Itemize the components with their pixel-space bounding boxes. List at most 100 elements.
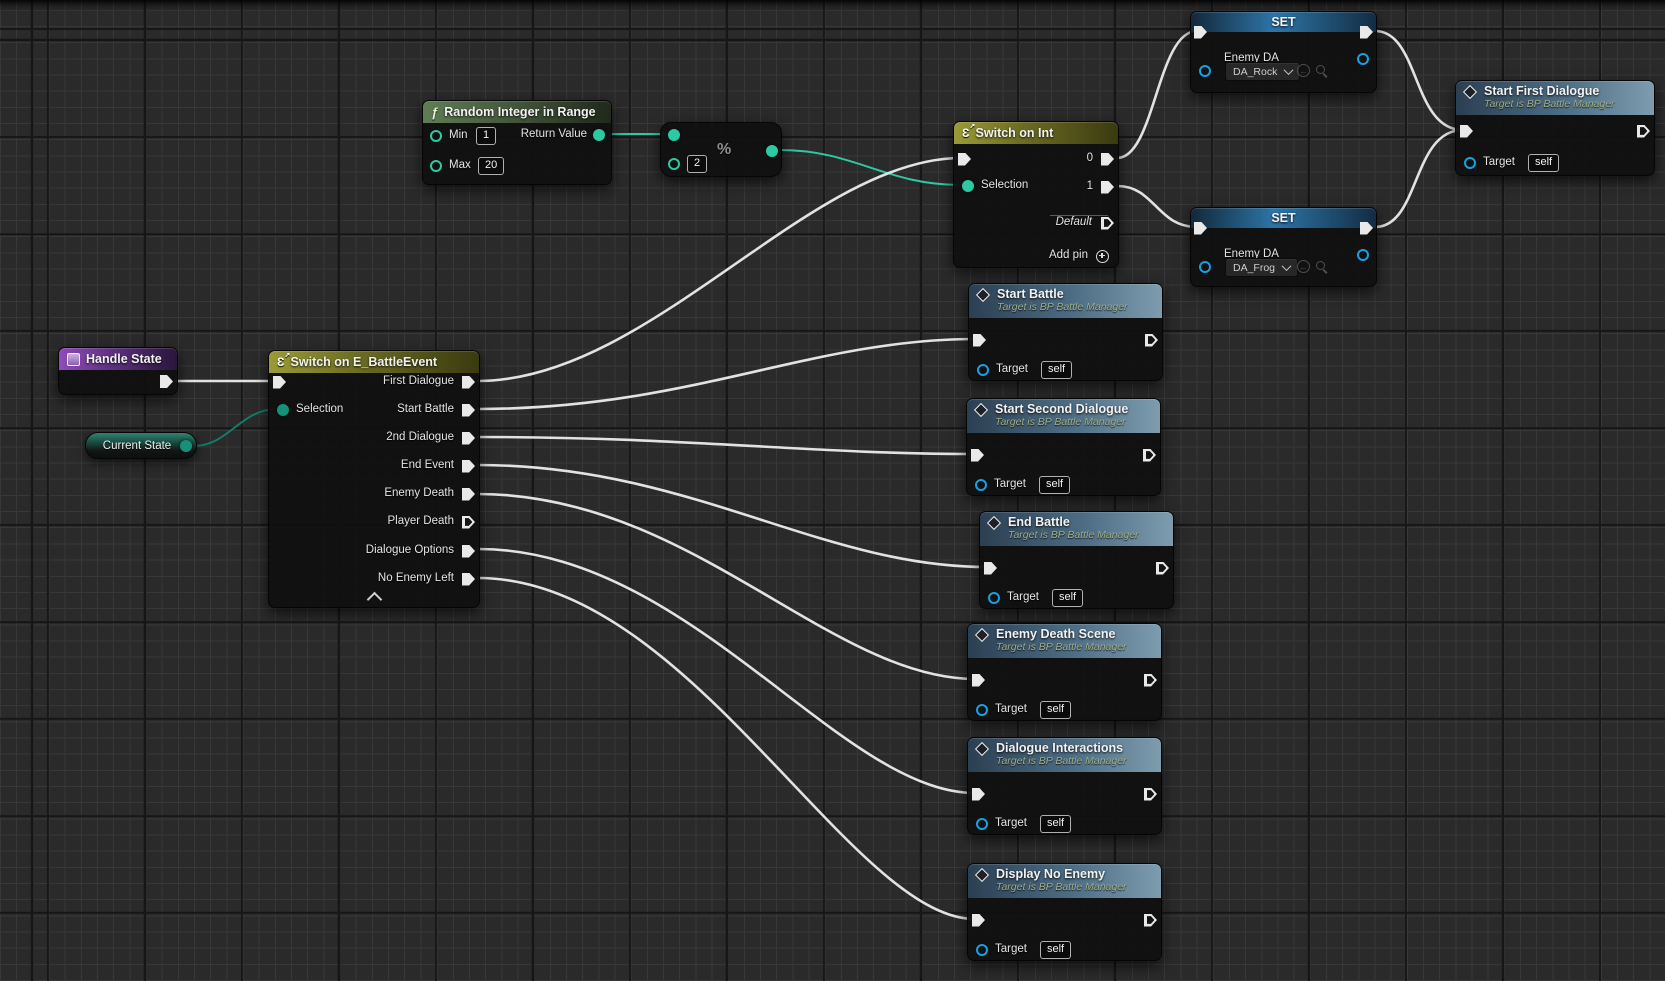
exec-in-pin[interactable]: [972, 914, 985, 927]
asset-dropdown[interactable]: DA_Frog: [1225, 258, 1298, 277]
target-value-box[interactable]: self: [1528, 154, 1559, 172]
exec-in-pin[interactable]: [971, 449, 984, 462]
exec-out-pin-enemy-death[interactable]: [462, 488, 475, 501]
function-call-icon: [975, 628, 989, 642]
browse-icon[interactable]: [1315, 260, 1329, 274]
target-pin[interactable]: [988, 592, 1000, 604]
target-value-box[interactable]: self: [1040, 941, 1071, 959]
node-enemy-death-scene[interactable]: Enemy Death Scene Target is BP Battle Ma…: [967, 623, 1162, 721]
exec-out-pin-0[interactable]: [1101, 153, 1114, 166]
exec-out-pin[interactable]: [1360, 222, 1373, 235]
exec-out-pin[interactable]: [1156, 562, 1169, 575]
exec-in-pin[interactable]: [1460, 125, 1473, 138]
value-in-pin[interactable]: [1199, 261, 1211, 273]
exec-out-pin-first-dialogue[interactable]: [462, 376, 475, 389]
node-dialogue-interactions[interactable]: Dialogue Interactions Target is BP Battl…: [967, 737, 1162, 835]
exec-out-pin-end-event[interactable]: [462, 460, 475, 473]
target-pin[interactable]: [1464, 157, 1476, 169]
target-pin[interactable]: [976, 818, 988, 830]
exec-out-pin-player-death[interactable]: [462, 516, 475, 529]
wire-switchint0-to-set-rock[interactable]: [1117, 31, 1197, 158]
return-value-pin[interactable]: [593, 129, 605, 141]
node-switch-battle-event[interactable]: Ɛ Switch on E_BattleEvent Selection Firs…: [268, 350, 480, 608]
variable-out-pin[interactable]: [180, 440, 192, 452]
node-start-battle[interactable]: Start Battle Target is BP Battle Manager…: [968, 283, 1163, 381]
target-value-box[interactable]: self: [1040, 701, 1071, 719]
collapse-chevron-icon[interactable]: [367, 592, 383, 608]
target-pin[interactable]: [975, 479, 987, 491]
node-switch-on-int[interactable]: Ɛ Switch on Int Selection 0 1 Default Ad…: [953, 121, 1119, 268]
exec-in-pin[interactable]: [1194, 26, 1207, 39]
wire-noenemyleft-case[interactable]: [478, 578, 975, 919]
add-pin-icon[interactable]: [1096, 250, 1109, 263]
selection-pin[interactable]: [962, 180, 974, 192]
modulo-b-pin[interactable]: [668, 158, 680, 170]
node-random-integer-in-range[interactable]: ƒ Random Integer in Range Min 1 Max 20 R…: [422, 100, 612, 185]
max-value-box[interactable]: 20: [478, 157, 504, 175]
wire-switchint1-to-set-frog[interactable]: [1117, 186, 1197, 227]
exec-out-pin-start-battle[interactable]: [462, 404, 475, 417]
blueprint-graph-canvas[interactable]: Handle State Current State Ɛ Switch on E…: [0, 0, 1665, 981]
exec-out-pin[interactable]: [1144, 914, 1157, 927]
exec-in-pin[interactable]: [973, 334, 986, 347]
node-end-battle[interactable]: End Battle Target is BP Battle Manager T…: [979, 511, 1174, 609]
wire-currentstate-to-selection[interactable]: [194, 409, 276, 446]
exec-in-pin[interactable]: [984, 562, 997, 575]
value-in-pin[interactable]: [1199, 65, 1211, 77]
exec-out-pin[interactable]: [1144, 788, 1157, 801]
node-start-first-dialogue[interactable]: Start First Dialogue Target is BP Battle…: [1455, 80, 1655, 176]
exec-out-pin-2nd-dialogue[interactable]: [462, 432, 475, 445]
exec-out-pin[interactable]: [160, 375, 173, 388]
wire-firstdialogue-to-switchint[interactable]: [478, 158, 961, 381]
exec-out-pin[interactable]: [1360, 26, 1373, 39]
node-modulo[interactable]: 2 %: [660, 122, 782, 177]
min-pin[interactable]: [430, 130, 442, 142]
use-selected-icon[interactable]: ←: [1297, 260, 1310, 273]
modulo-b-value-box[interactable]: 2: [687, 155, 707, 173]
exec-in-pin[interactable]: [972, 674, 985, 687]
wire-dialogueoptions-case[interactable]: [478, 549, 975, 793]
node-handle-state[interactable]: Handle State: [58, 347, 178, 395]
target-pin[interactable]: [976, 704, 988, 716]
wire-set-frog-to-startfirstdialogue[interactable]: [1375, 130, 1463, 227]
target-pin[interactable]: [977, 364, 989, 376]
exec-in-pin[interactable]: [1194, 222, 1207, 235]
target-pin[interactable]: [976, 944, 988, 956]
node-start-second-dialogue[interactable]: Start Second Dialogue Target is BP Battl…: [966, 398, 1161, 496]
node-header: Start Second Dialogue Target is BP Battl…: [967, 399, 1160, 433]
wire-2nddialogue-case[interactable]: [478, 437, 974, 454]
target-value-box[interactable]: self: [1040, 815, 1071, 833]
exec-in-pin[interactable]: [972, 788, 985, 801]
wire-endevent-case[interactable]: [478, 465, 987, 567]
use-selected-icon[interactable]: ←: [1297, 64, 1310, 77]
target-value-box[interactable]: self: [1052, 589, 1083, 607]
browse-icon[interactable]: [1315, 64, 1329, 78]
target-value-box[interactable]: self: [1039, 476, 1070, 494]
exec-out-pin[interactable]: [1143, 449, 1156, 462]
exec-out-pin[interactable]: [1637, 125, 1650, 138]
exec-in-pin[interactable]: [958, 153, 971, 166]
modulo-out-pin[interactable]: [766, 145, 778, 157]
target-value-box[interactable]: self: [1041, 361, 1072, 379]
node-header: Ɛ Switch on E_BattleEvent: [269, 351, 479, 373]
exec-out-pin-1[interactable]: [1101, 181, 1114, 194]
exec-out-pin[interactable]: [1145, 334, 1158, 347]
wire-startbattle-case[interactable]: [478, 339, 976, 409]
node-display-no-enemy[interactable]: Display No Enemy Target is BP Battle Man…: [967, 863, 1162, 961]
exec-out-pin-default[interactable]: [1101, 217, 1114, 230]
min-value-box[interactable]: 1: [476, 127, 496, 145]
selection-pin[interactable]: [277, 404, 289, 416]
exec-out-pin[interactable]: [1144, 674, 1157, 687]
exec-in-pin[interactable]: [273, 376, 286, 389]
exec-out-pin-no-enemy-left[interactable]: [462, 573, 475, 586]
node-current-state-getter[interactable]: Current State: [85, 432, 197, 459]
wire-set-rock-to-startfirstdialogue[interactable]: [1375, 31, 1463, 130]
node-set-enemy-da-frog[interactable]: SET Enemy DA DA_Frog ←: [1190, 207, 1377, 287]
modulo-a-pin[interactable]: [668, 129, 680, 141]
asset-dropdown[interactable]: DA_Rock: [1225, 62, 1300, 81]
value-out-pin[interactable]: [1357, 249, 1369, 261]
max-pin[interactable]: [430, 160, 442, 172]
node-set-enemy-da-rock[interactable]: SET Enemy DA DA_Rock ←: [1190, 11, 1377, 93]
value-out-pin[interactable]: [1357, 53, 1369, 65]
exec-out-pin-dialogue-options[interactable]: [462, 545, 475, 558]
